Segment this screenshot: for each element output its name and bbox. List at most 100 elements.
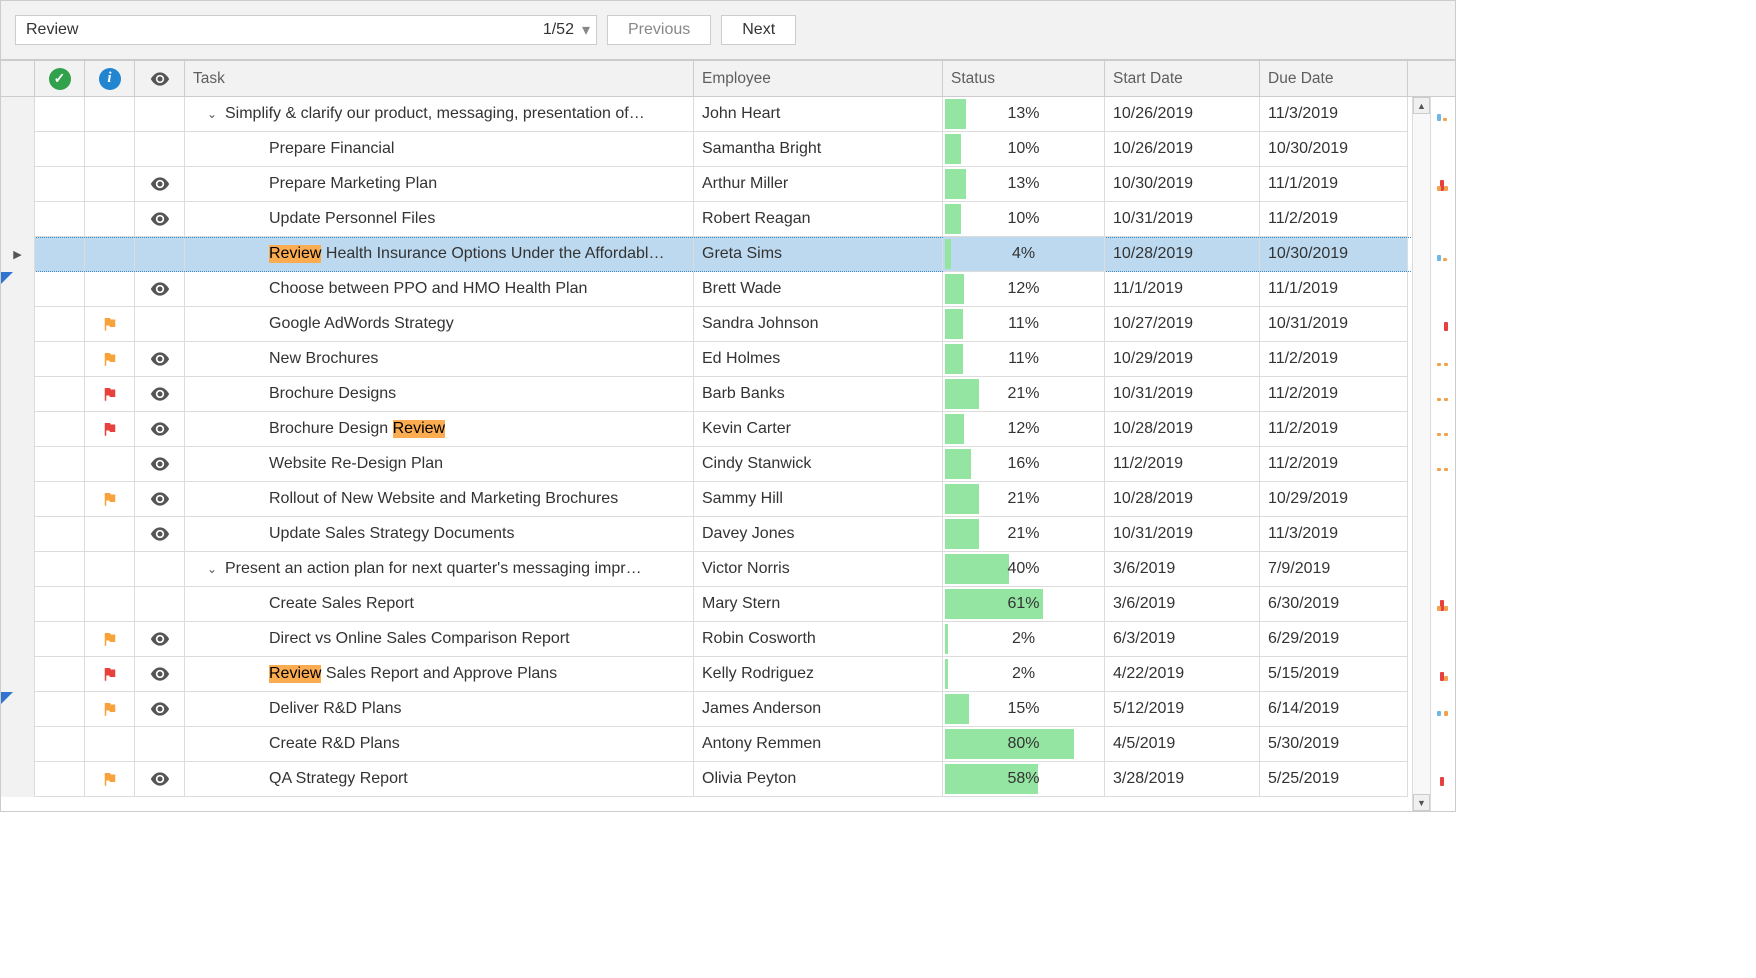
row-watch-cell[interactable] [135,447,185,482]
row-startdate-cell[interactable]: 10/29/2019 [1105,342,1260,377]
row-employee-cell[interactable]: Mary Stern [694,587,943,622]
row-employee-cell[interactable]: Robert Reagan [694,202,943,237]
eye-icon[interactable] [150,422,170,436]
row-complete-cell[interactable] [35,377,85,412]
row-startdate-cell[interactable]: 4/5/2019 [1105,727,1260,762]
row-watch-cell[interactable] [135,272,185,307]
row-duedate-cell[interactable]: 5/25/2019 [1260,762,1408,797]
row-status-cell[interactable]: 10% [943,132,1105,167]
row-startdate-cell[interactable]: 10/28/2019 [1105,482,1260,517]
row-flag-cell[interactable] [85,447,135,482]
row-watch-cell[interactable] [135,342,185,377]
row-flag-cell[interactable] [85,482,135,517]
column-header-employee[interactable]: Employee [694,61,943,96]
row-status-cell[interactable]: 11% [943,342,1105,377]
row-flag-cell[interactable] [85,412,135,447]
row-duedate-cell[interactable]: 11/2/2019 [1260,202,1408,237]
row-startdate-cell[interactable]: 10/30/2019 [1105,167,1260,202]
row-startdate-cell[interactable]: 3/6/2019 [1105,552,1260,587]
row-status-cell[interactable]: 2% [943,657,1105,692]
row-status-cell[interactable]: 58% [943,762,1105,797]
eye-icon[interactable] [150,632,170,646]
row-duedate-cell[interactable]: 10/30/2019 [1260,237,1408,272]
eye-icon[interactable] [150,772,170,786]
row-flag-cell[interactable] [85,517,135,552]
eye-icon[interactable] [150,492,170,506]
row-status-cell[interactable]: 15% [943,692,1105,727]
row-employee-cell[interactable]: Davey Jones [694,517,943,552]
row-employee-cell[interactable]: Kevin Carter [694,412,943,447]
eye-icon[interactable] [150,282,170,296]
row-watch-cell[interactable] [135,237,185,272]
row-employee-cell[interactable]: John Heart [694,97,943,132]
eye-icon[interactable] [150,177,170,191]
row-employee-cell[interactable]: Samantha Bright [694,132,943,167]
row-startdate-cell[interactable]: 6/3/2019 [1105,622,1260,657]
row-task-cell[interactable]: Choose between PPO and HMO Health Plan [185,272,694,307]
row-flag-cell[interactable] [85,692,135,727]
flag-orange-icon[interactable] [101,315,119,333]
row-flag-cell[interactable] [85,132,135,167]
row-complete-cell[interactable] [35,622,85,657]
row-task-cell[interactable]: ⌄ Simplify & clarify our product, messag… [185,97,694,132]
row-watch-cell[interactable] [135,762,185,797]
row-duedate-cell[interactable]: 5/30/2019 [1260,727,1408,762]
row-watch-cell[interactable] [135,202,185,237]
row-task-cell[interactable]: Website Re-Design Plan [185,447,694,482]
row-task-cell[interactable]: ⌄ Present an action plan for next quarte… [185,552,694,587]
row-task-cell[interactable]: Review Health Insurance Options Under th… [185,237,694,272]
row-flag-cell[interactable] [85,167,135,202]
row-status-cell[interactable]: 21% [943,482,1105,517]
row-duedate-cell[interactable]: 11/3/2019 [1260,97,1408,132]
row-employee-cell[interactable]: Antony Remmen [694,727,943,762]
row-task-cell[interactable]: QA Strategy Report [185,762,694,797]
row-complete-cell[interactable] [35,202,85,237]
row-status-cell[interactable]: 2% [943,622,1105,657]
grid-row[interactable]: Brochure Design Review Kevin Carter 12% … [1,412,1455,447]
row-startdate-cell[interactable]: 10/31/2019 [1105,377,1260,412]
row-watch-cell[interactable] [135,692,185,727]
row-status-cell[interactable]: 21% [943,377,1105,412]
grid-row[interactable]: Brochure Designs Barb Banks 21% 10/31/20… [1,377,1455,412]
row-task-cell[interactable]: New Brochures [185,342,694,377]
row-startdate-cell[interactable]: 11/1/2019 [1105,272,1260,307]
grid-row[interactable]: Website Re-Design Plan Cindy Stanwick 16… [1,447,1455,482]
row-complete-cell[interactable] [35,517,85,552]
row-employee-cell[interactable]: Victor Norris [694,552,943,587]
expand-toggle-icon[interactable]: ⌄ [205,562,219,576]
row-employee-cell[interactable]: Greta Sims [694,237,943,272]
row-flag-cell[interactable] [85,552,135,587]
row-flag-cell[interactable] [85,587,135,622]
row-watch-cell[interactable] [135,167,185,202]
row-duedate-cell[interactable]: 11/2/2019 [1260,342,1408,377]
row-startdate-cell[interactable]: 10/26/2019 [1105,97,1260,132]
row-flag-cell[interactable] [85,307,135,342]
row-duedate-cell[interactable]: 11/2/2019 [1260,412,1408,447]
scroll-track[interactable] [1413,114,1430,794]
row-employee-cell[interactable]: Cindy Stanwick [694,447,943,482]
row-status-cell[interactable]: 21% [943,517,1105,552]
row-flag-cell[interactable] [85,272,135,307]
row-duedate-cell[interactable]: 11/2/2019 [1260,447,1408,482]
eye-icon[interactable] [150,457,170,471]
row-duedate-cell[interactable]: 6/14/2019 [1260,692,1408,727]
row-status-cell[interactable]: 11% [943,307,1105,342]
flag-orange-icon[interactable] [101,770,119,788]
grid-row[interactable]: Create R&D Plans Antony Remmen 80% 4/5/2… [1,727,1455,762]
row-duedate-cell[interactable]: 6/30/2019 [1260,587,1408,622]
row-complete-cell[interactable] [35,342,85,377]
row-task-cell[interactable]: Google AdWords Strategy [185,307,694,342]
row-flag-cell[interactable] [85,657,135,692]
vertical-scrollbar[interactable]: ▲ ▼ [1412,97,1430,811]
row-startdate-cell[interactable]: 10/26/2019 [1105,132,1260,167]
flag-orange-icon[interactable] [101,700,119,718]
row-employee-cell[interactable]: Brett Wade [694,272,943,307]
row-complete-cell[interactable] [35,412,85,447]
row-task-cell[interactable]: Review Sales Report and Approve Plans [185,657,694,692]
row-startdate-cell[interactable]: 4/22/2019 [1105,657,1260,692]
column-header-priority[interactable]: i [85,61,135,96]
row-task-cell[interactable]: Update Personnel Files [185,202,694,237]
grid-row[interactable]: Rollout of New Website and Marketing Bro… [1,482,1455,517]
row-task-cell[interactable]: Brochure Design Review [185,412,694,447]
grid-row[interactable]: Create Sales Report Mary Stern 61% 3/6/2… [1,587,1455,622]
